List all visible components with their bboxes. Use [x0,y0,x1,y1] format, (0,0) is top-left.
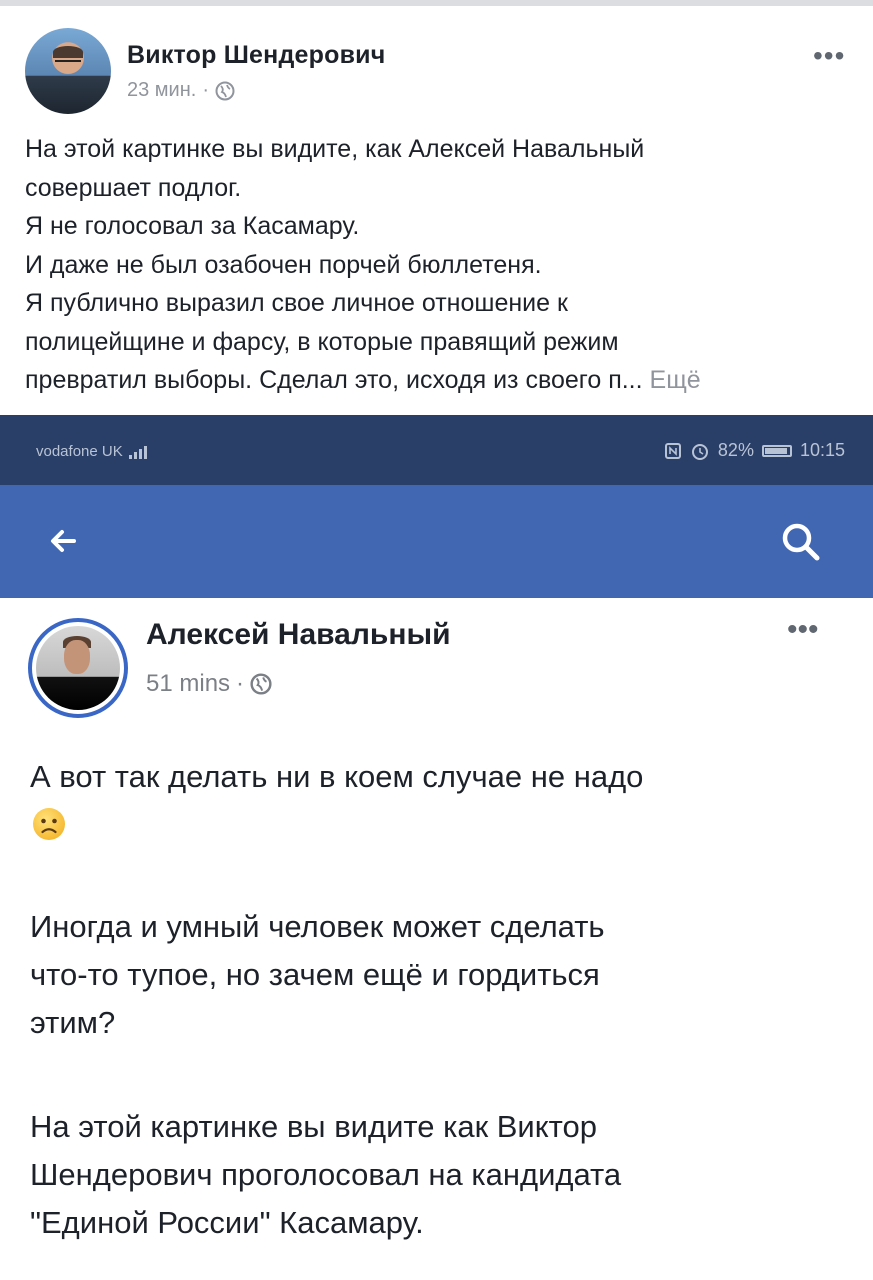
inner-line: Шендерович проголосовал на кандидата [30,1157,622,1192]
inner-author-name[interactable]: Алексей Навальный [146,618,451,652]
inner-paragraph-3: На этой картинке вы видите как Виктор Ше… [30,1103,860,1247]
status-indicators: 82% 10:15 [664,440,845,461]
inner-more-options-icon[interactable]: ••• [787,615,819,645]
post-line: На этой картинке вы видите, как Алексей … [25,135,645,163]
inner-line: "Единой России" Касамару. [30,1205,424,1240]
inner-meta-separator: · [236,670,245,697]
frowning-face-emoji-icon [33,808,65,840]
top-divider [0,0,873,6]
inner-line: Иногда и умный человек может сделать [30,909,605,944]
meta-separator: · [202,79,209,101]
post-line: совершает подлог. [25,173,242,202]
signal-icon [128,446,147,460]
phone-status-bar: vodafone UK 82% 10:15 [0,415,873,485]
see-more-link[interactable]: Ещё [650,366,701,394]
nfc-icon [664,442,681,459]
facebook-top-bar [0,485,873,598]
post-line: Я публично выразил свое личное отношение… [25,289,568,317]
post-body: На этой картинке вы видите, как Алексей … [25,130,855,400]
alarm-icon [691,443,708,460]
inner-post-time[interactable]: 51 mins [146,670,230,698]
post-line: И даже не был озабочен порчей бюллетеня. [25,250,542,279]
battery-percent: 82% [717,440,754,460]
inner-line: На этой картинке вы видите как Виктор [30,1109,597,1144]
battery-icon [761,444,792,457]
back-arrow-icon[interactable] [44,521,84,561]
search-icon[interactable] [778,519,824,565]
inner-post-meta: 51 mins · [146,670,272,698]
inner-globe-icon [250,673,272,695]
carrier-label: vodafone UK [36,443,149,460]
more-options-icon[interactable]: ••• [813,42,845,70]
globe-icon [215,81,235,100]
post-line: полицейщине и фарсу, в которые правящий … [25,327,619,356]
inner-paragraph-1: А вот так делать ни в коем случае не над… [30,753,860,857]
post-line: Я не голосовал за Касамару. [25,212,360,240]
inner-line: что-то тупое, но зачем ещё и гордиться [30,957,600,992]
author-name[interactable]: Виктор Шендерович [127,41,385,70]
embedded-screenshot[interactable]: vodafone UK 82% 10:15 Алексей Навальный [0,415,873,1280]
inner-paragraph-2: Иногда и умный человек может сделать что… [30,903,860,1047]
author-avatar[interactable] [25,28,111,114]
truncated-text: превратил выборы. Сделал это, исходя из … [25,366,643,394]
post-header: Виктор Шендерович 23 мин. · ••• [25,28,855,118]
clock: 10:15 [799,440,845,460]
inner-author-avatar[interactable] [28,618,128,718]
post-time[interactable]: 23 мин. [127,79,196,102]
inner-post: Алексей Навальный 51 mins · ••• А вот та… [0,598,873,1280]
post-line-last: превратил выборы. Сделал это, исходя из … [25,361,855,400]
post-meta: 23 мин. · [127,79,235,102]
inner-line: этим? [30,1005,116,1040]
inner-line: А вот так делать ни в коем случае не над… [30,759,644,794]
